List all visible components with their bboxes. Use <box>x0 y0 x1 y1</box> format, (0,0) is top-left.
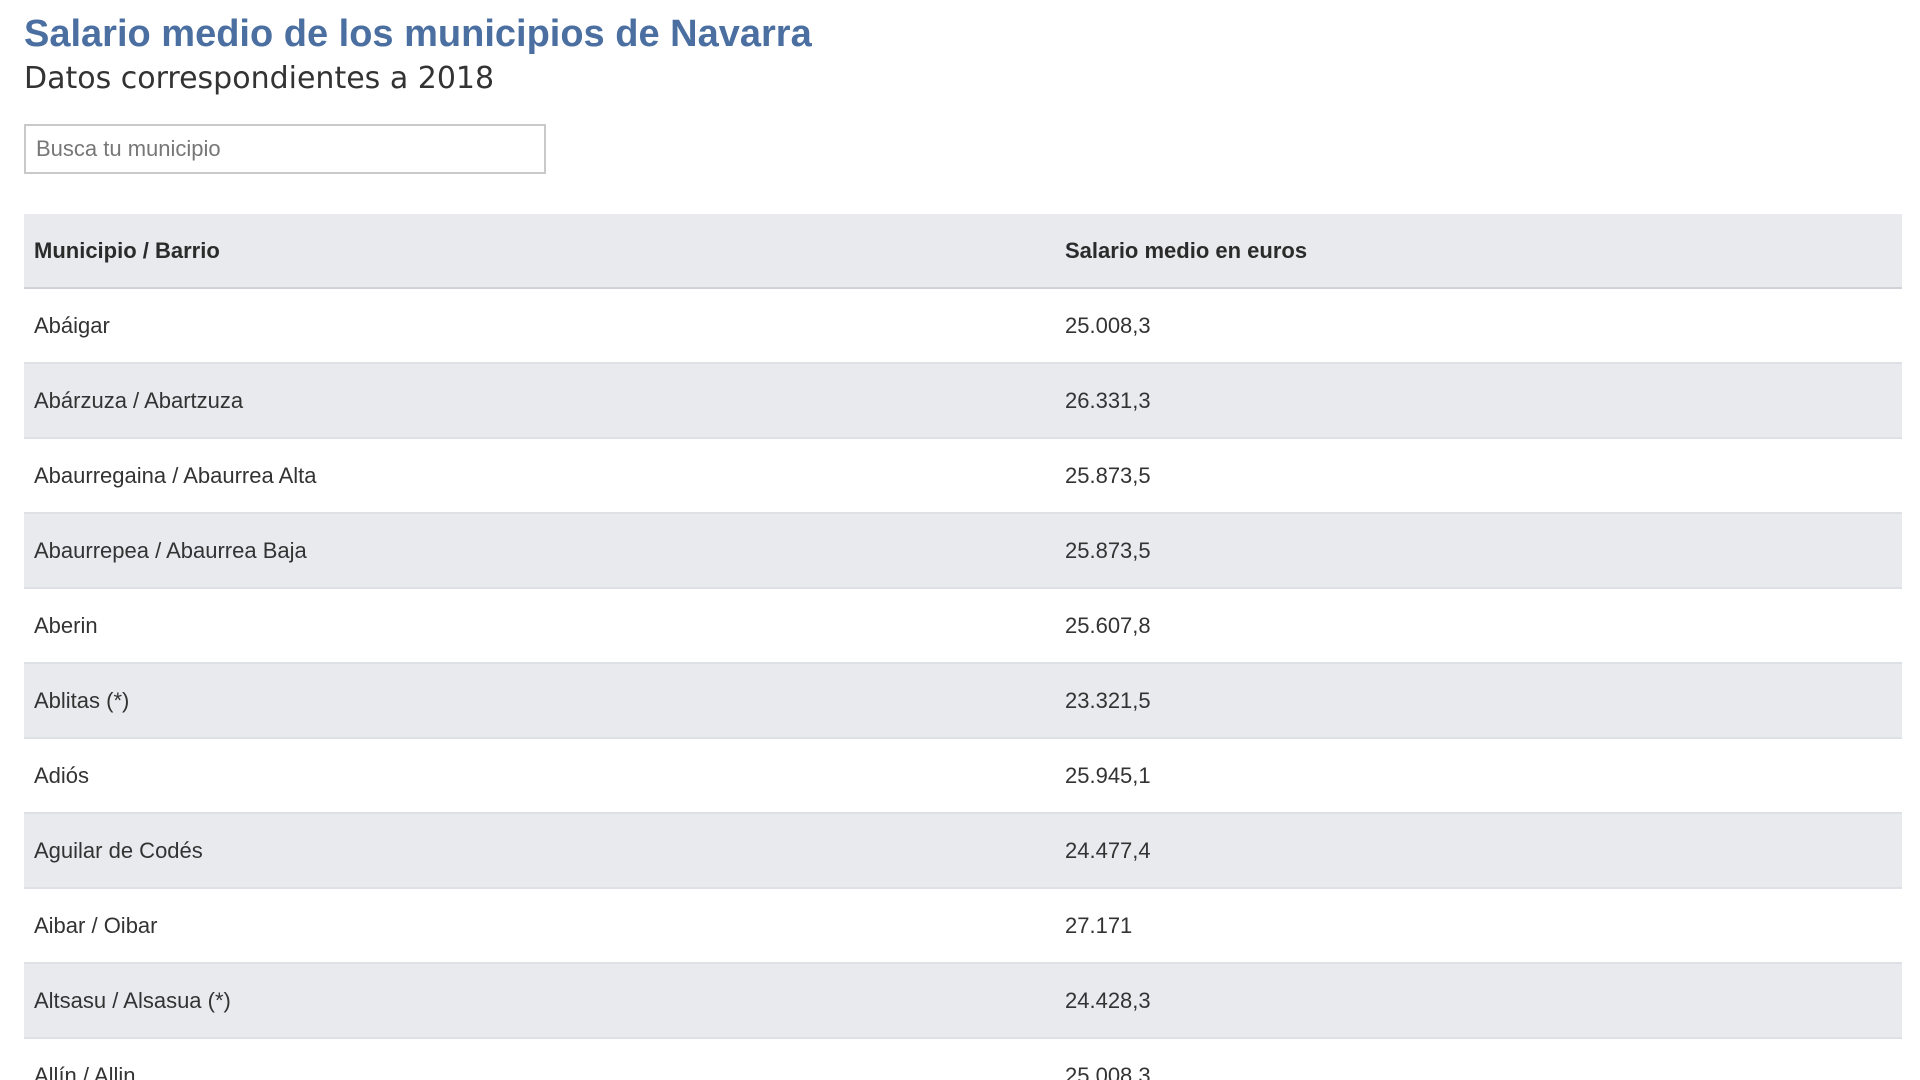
cell-municipio: Aberin <box>24 588 1055 664</box>
cell-salario: 25.008,3 <box>1055 288 1902 364</box>
cell-municipio: Abárzuza / Abartzuza <box>24 363 1055 439</box>
cell-salario: 24.428,3 <box>1055 963 1902 1039</box>
salary-table: Municipio / Barrio Salario medio en euro… <box>24 214 1902 1080</box>
header: Salario medio de los municipios de Navar… <box>24 8 812 98</box>
cell-municipio: Aguilar de Codés <box>24 813 1055 889</box>
table-row: Abárzuza / Abartzuza 26.331,3 <box>24 363 1902 439</box>
cell-municipio: Abáigar <box>24 288 1055 364</box>
table-body: Abáigar 25.008,3 Abárzuza / Abartzuza 26… <box>24 288 1902 1080</box>
cell-municipio: Adiós <box>24 738 1055 814</box>
table-row: Aberin 25.607,8 <box>24 588 1902 664</box>
cell-salario: 25.607,8 <box>1055 588 1902 664</box>
cell-municipio: Abaurregaina / Abaurrea Alta <box>24 438 1055 514</box>
column-header-salario[interactable]: Salario medio en euros <box>1055 214 1902 289</box>
cell-municipio: Ablitas (*) <box>24 663 1055 739</box>
table-header-row: Municipio / Barrio Salario medio en euro… <box>24 214 1902 289</box>
table-row: Aibar / Oibar 27.171 <box>24 888 1902 964</box>
search-input[interactable] <box>24 124 546 174</box>
table-row: Aguilar de Codés 24.477,4 <box>24 813 1902 889</box>
cell-municipio: Allín / Allin <box>24 1038 1055 1080</box>
page-subtitle: Datos correspondientes a 2018 <box>24 61 495 96</box>
cell-municipio: Abaurrepea / Abaurrea Baja <box>24 513 1055 589</box>
salary-table-container: Municipio / Barrio Salario medio en euro… <box>24 214 1902 1080</box>
page: Salario medio de los municipios de Navar… <box>0 0 1920 1080</box>
cell-salario: 23.321,5 <box>1055 663 1902 739</box>
cell-municipio: Altsasu / Alsasua (*) <box>24 963 1055 1039</box>
table-row: Adiós 25.945,1 <box>24 738 1902 814</box>
cell-salario: 25.873,5 <box>1055 438 1902 514</box>
column-header-municipio[interactable]: Municipio / Barrio <box>24 214 1055 289</box>
cell-salario: 27.171 <box>1055 888 1902 964</box>
cell-municipio: Aibar / Oibar <box>24 888 1055 964</box>
table-row: Altsasu / Alsasua (*) 24.428,3 <box>24 963 1902 1039</box>
table-row: Abáigar 25.008,3 <box>24 288 1902 364</box>
table-row: Abaurregaina / Abaurrea Alta 25.873,5 <box>24 438 1902 514</box>
cell-salario: 25.008,3 <box>1055 1038 1902 1080</box>
cell-salario: 24.477,4 <box>1055 813 1902 889</box>
cell-salario: 26.331,3 <box>1055 363 1902 439</box>
table-row: Allín / Allin 25.008,3 <box>24 1038 1902 1080</box>
table-row: Ablitas (*) 23.321,5 <box>24 663 1902 739</box>
table-row: Abaurrepea / Abaurrea Baja 25.873,5 <box>24 513 1902 589</box>
table-header: Municipio / Barrio Salario medio en euro… <box>24 214 1902 289</box>
cell-salario: 25.945,1 <box>1055 738 1902 814</box>
page-title: Salario medio de los municipios de Navar… <box>24 13 812 55</box>
cell-salario: 25.873,5 <box>1055 513 1902 589</box>
